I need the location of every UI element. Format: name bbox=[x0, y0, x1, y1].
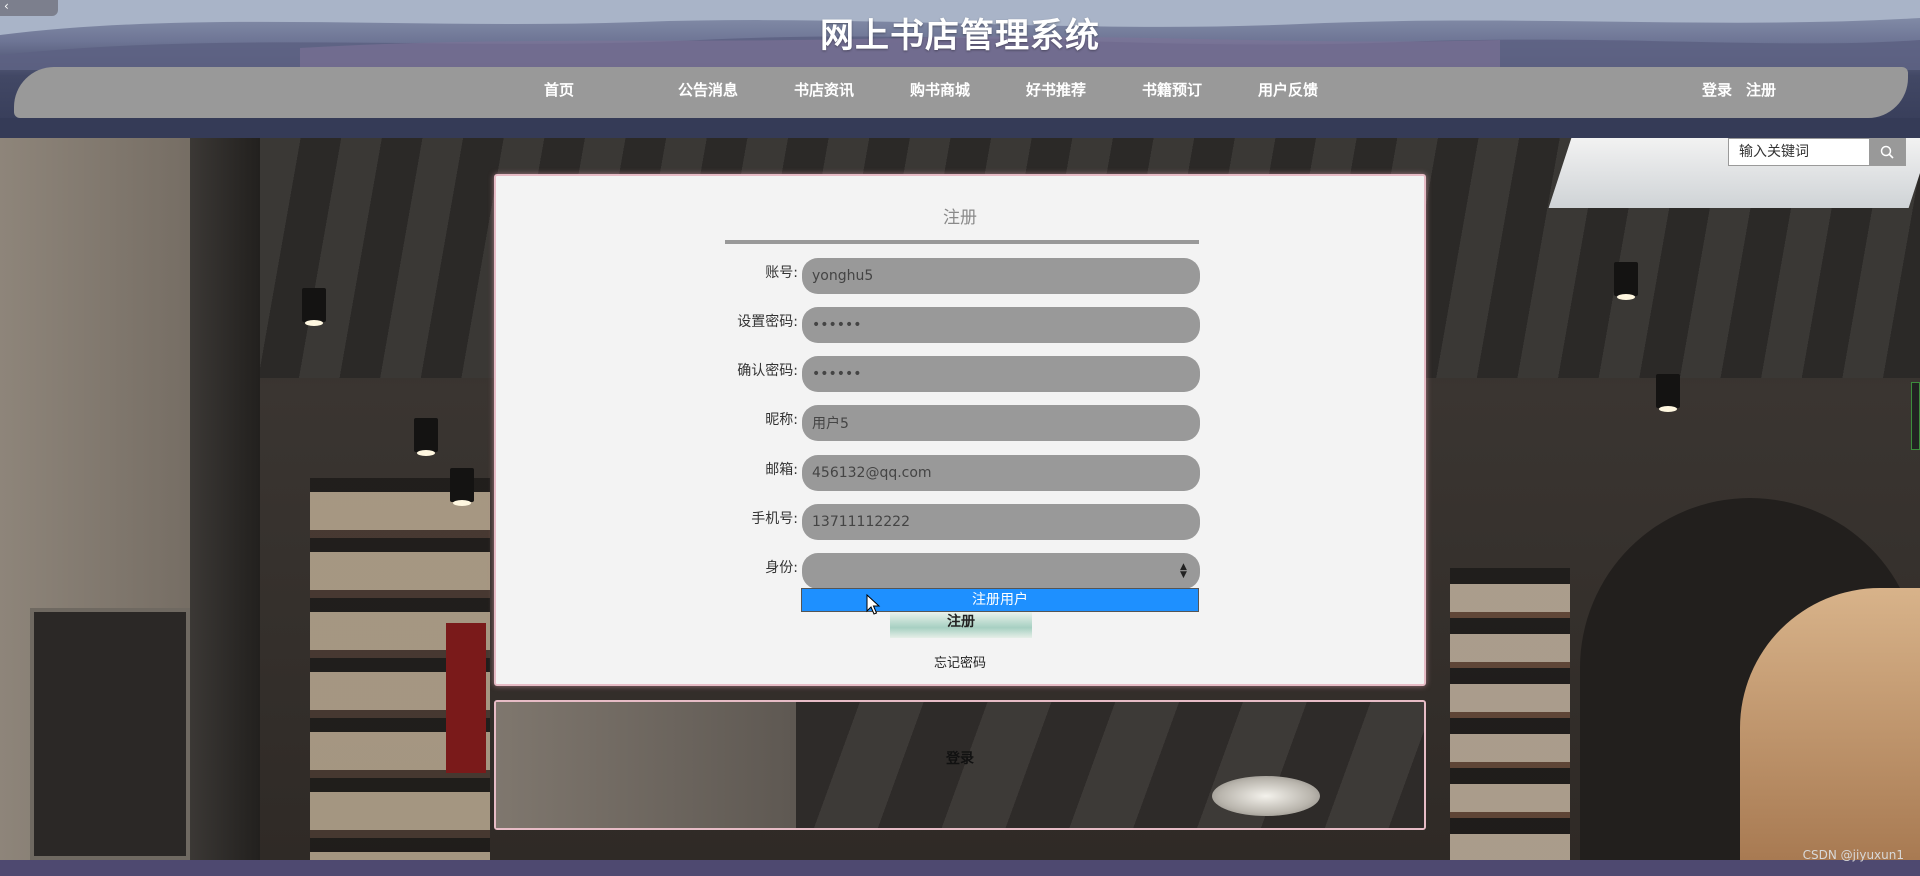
nav-login-link[interactable]: 登录 bbox=[1702, 67, 1732, 118]
watermark: CSDN @jiyuxun1 bbox=[1802, 848, 1904, 862]
login-panel: 登录 bbox=[494, 700, 1426, 830]
lamp-photo-detail bbox=[1212, 776, 1320, 816]
nickname-label: 昵称: bbox=[765, 412, 798, 428]
account-label: 账号: bbox=[765, 265, 798, 281]
nav-item-announcements[interactable]: 公告消息 bbox=[678, 67, 738, 118]
register-submit-button[interactable]: 注册 bbox=[890, 612, 1032, 638]
email-label: 邮箱: bbox=[765, 462, 798, 478]
mouse-cursor-icon bbox=[866, 594, 881, 615]
register-panel: 注册 账号: 设置密码: 确认密码: 昵称: 邮箱: 手机号: 身份: ▲▼ 注… bbox=[494, 174, 1426, 686]
search-input[interactable] bbox=[1729, 139, 1869, 165]
search-button[interactable] bbox=[1869, 139, 1905, 165]
side-scroll-widget[interactable] bbox=[1911, 382, 1920, 450]
role-select[interactable] bbox=[802, 553, 1200, 589]
confirm-password-label: 确认密码: bbox=[737, 363, 798, 379]
search-icon bbox=[1880, 145, 1894, 159]
role-option-registered-user[interactable]: 注册用户 bbox=[801, 588, 1199, 612]
password-label: 设置密码: bbox=[737, 314, 798, 330]
site-title: 网上书店管理系统 bbox=[820, 16, 1100, 56]
footer-bar bbox=[0, 860, 1920, 876]
nav-item-news[interactable]: 书店资讯 bbox=[794, 67, 854, 118]
login-link[interactable]: 登录 bbox=[496, 748, 1424, 768]
password-field[interactable] bbox=[802, 307, 1200, 343]
forgot-password-link[interactable]: 忘记密码 bbox=[496, 652, 1424, 671]
form-row-password: 设置密码: bbox=[496, 307, 1424, 343]
header-bottom-band bbox=[0, 118, 1920, 138]
title-divider bbox=[725, 240, 1199, 244]
main-navbar: 首页 公告消息 书店资讯 购书商城 好书推荐 书籍预订 用户反馈 登录 注册 bbox=[14, 67, 1908, 118]
confirm-password-field[interactable] bbox=[802, 356, 1200, 392]
phone-field[interactable] bbox=[802, 504, 1200, 540]
register-title: 注册 bbox=[943, 208, 977, 228]
nav-item-feedback[interactable]: 用户反馈 bbox=[1258, 67, 1318, 118]
account-field[interactable] bbox=[802, 258, 1200, 294]
role-label: 身份: bbox=[765, 560, 798, 576]
form-row-phone: 手机号: bbox=[496, 504, 1424, 540]
form-row-email: 邮箱: bbox=[496, 455, 1424, 491]
search-box bbox=[1728, 138, 1906, 166]
phone-label: 手机号: bbox=[751, 511, 798, 527]
email-field[interactable] bbox=[802, 455, 1200, 491]
form-row-role: 身份: ▲ ▼ bbox=[496, 553, 1424, 589]
nav-item-home[interactable]: 首页 bbox=[544, 67, 574, 118]
nav-item-recommend[interactable]: 好书推荐 bbox=[1026, 67, 1086, 118]
form-row-confirm-password: 确认密码: bbox=[496, 356, 1424, 392]
nav-item-shop[interactable]: 购书商城 bbox=[910, 67, 970, 118]
form-row-account: 账号: bbox=[496, 258, 1424, 294]
site-header: ‹ 网上书店管理系统 首页 公告消息 书店资讯 购书商城 好书推荐 书籍预订 用… bbox=[0, 0, 1920, 138]
nav-register-link[interactable]: 注册 bbox=[1746, 67, 1776, 118]
select-arrows-icon: ▲ ▼ bbox=[1180, 562, 1187, 580]
form-row-nickname: 昵称: bbox=[496, 405, 1424, 441]
nickname-field[interactable] bbox=[802, 405, 1200, 441]
nav-item-reserve[interactable]: 书籍预订 bbox=[1142, 67, 1202, 118]
